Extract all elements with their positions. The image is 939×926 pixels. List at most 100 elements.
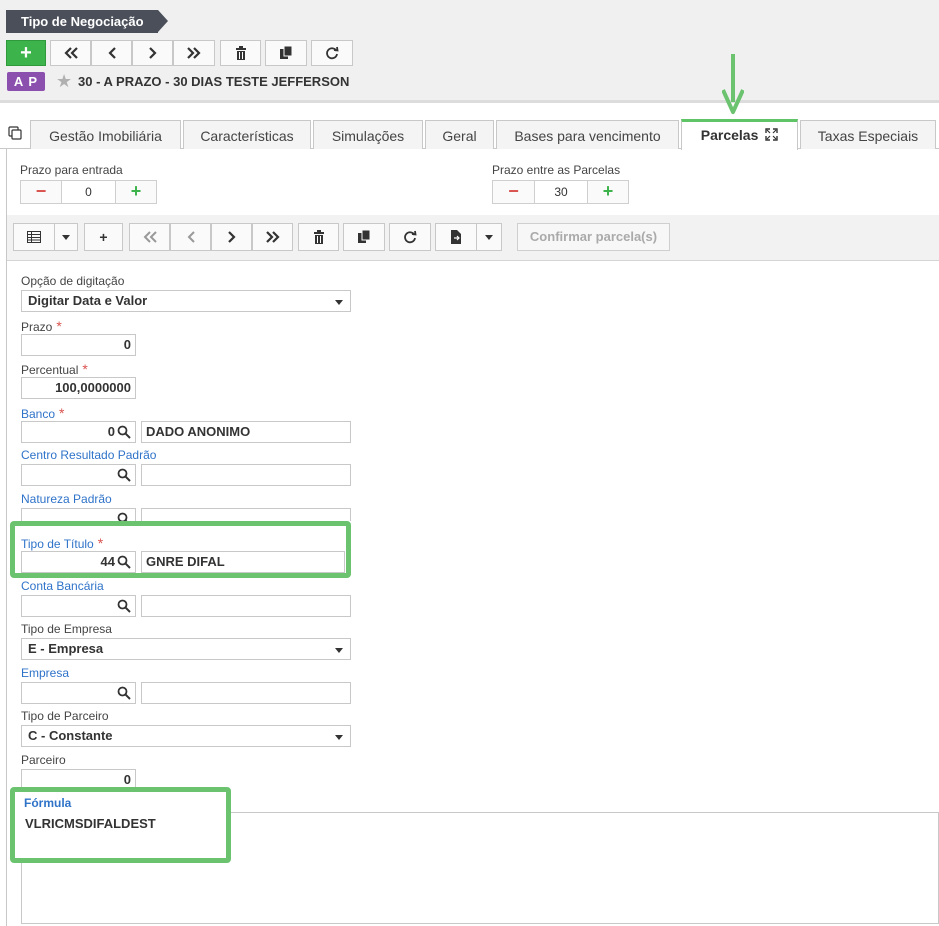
expand-icon[interactable]: [765, 128, 778, 141]
prazo-parcelas-increment[interactable]: +: [587, 180, 629, 204]
grid-icon: [27, 231, 41, 243]
parceiro-label: Parceiro: [21, 753, 66, 767]
grid-first-button[interactable]: [129, 223, 170, 251]
tab-parcelas[interactable]: Parcelas: [681, 119, 798, 150]
add-parcela-button[interactable]: +: [84, 223, 123, 251]
tipo-empresa-select[interactable]: E - Empresa: [21, 638, 351, 660]
tab-simulacoes[interactable]: Simulações: [313, 120, 423, 149]
tab-geral[interactable]: Geral: [425, 120, 494, 149]
percentual-label: Percentual *: [21, 361, 88, 377]
prazo-parcelas-decrement[interactable]: −: [492, 180, 535, 204]
centro-resultado-label[interactable]: Centro Resultado Padrão: [21, 448, 156, 462]
tab-caracteristicas[interactable]: Características: [183, 120, 311, 149]
centro-resultado-code-input[interactable]: [21, 464, 136, 486]
star-icon[interactable]: ★: [56, 71, 72, 91]
centro-resultado-description: [141, 464, 351, 486]
caret-down-icon: [335, 300, 343, 305]
conta-bancaria-description: [141, 595, 351, 617]
first-record-button[interactable]: [50, 40, 91, 66]
double-chevron-right-icon: [187, 47, 201, 59]
prazo-entrada-input[interactable]: 0: [61, 180, 116, 204]
chevron-left-icon: [107, 47, 116, 59]
copy-icon: [358, 230, 371, 243]
percentual-label-text: Percentual: [21, 363, 79, 377]
tab-bases-vencimento[interactable]: Bases para vencimento: [496, 120, 679, 149]
record-title: 30 - A PRAZO - 30 DIAS TESTE JEFFERSON: [78, 74, 350, 89]
conta-bancaria-code-input[interactable]: [21, 595, 136, 617]
grid-view-dropdown[interactable]: [54, 223, 78, 251]
grid-next-button[interactable]: [211, 223, 252, 251]
caret-down-icon: [335, 648, 343, 653]
refresh-button[interactable]: [311, 40, 353, 66]
banco-label-text: Banco: [21, 407, 56, 421]
tab-parcelas-label: Parcelas: [700, 127, 759, 143]
previous-record-button[interactable]: [91, 40, 132, 66]
header-divider: [0, 100, 939, 103]
tipo-empresa-value: E - Empresa: [28, 641, 104, 656]
grid-delete-button[interactable]: [298, 223, 339, 251]
content-border: [6, 149, 7, 926]
caret-down-icon: [62, 234, 70, 240]
banco-label[interactable]: Banco *: [21, 405, 64, 421]
grid-duplicate-button[interactable]: [343, 223, 385, 251]
refresh-icon: [404, 230, 417, 244]
required-asterisk: *: [59, 405, 65, 421]
highlight-box: [10, 787, 231, 863]
empresa-code-input[interactable]: [21, 682, 136, 704]
arrow-down-icon: [722, 54, 744, 114]
double-chevron-left-icon: [143, 231, 157, 243]
tipo-parceiro-label: Tipo de Parceiro: [21, 709, 109, 723]
tipo-empresa-label: Tipo de Empresa: [21, 622, 112, 636]
caret-down-icon: [335, 735, 343, 740]
grid-view-button[interactable]: [13, 223, 55, 251]
highlight-box: [10, 521, 351, 578]
tab-taxas-especiais[interactable]: Taxas Especiais: [800, 120, 936, 149]
trash-icon: [235, 46, 246, 60]
search-icon[interactable]: [117, 425, 131, 439]
empresa-description: [141, 682, 351, 704]
opcao-digitacao-value: Digitar Data e Valor: [28, 293, 148, 308]
grid-refresh-button[interactable]: [389, 223, 431, 251]
prazo-parcelas-label: Prazo entre as Parcelas: [492, 163, 621, 177]
next-record-button[interactable]: [132, 40, 173, 66]
add-button[interactable]: +: [6, 40, 46, 66]
prazo-input[interactable]: 0: [21, 334, 136, 356]
breadcrumb[interactable]: Tipo de Negociação: [6, 10, 168, 33]
duplicate-button[interactable]: [265, 40, 307, 66]
prazo-parcelas-input[interactable]: 30: [534, 180, 588, 204]
banco-description: DADO ANONIMO: [141, 421, 351, 443]
last-record-button[interactable]: [173, 40, 215, 66]
empresa-label[interactable]: Empresa: [21, 666, 69, 680]
search-icon[interactable]: [117, 468, 131, 482]
grid-export-dropdown[interactable]: [476, 223, 502, 251]
chevron-right-icon: [227, 231, 236, 243]
grid-previous-button[interactable]: [170, 223, 211, 251]
chevron-left-icon: [187, 231, 195, 243]
conta-bancaria-label[interactable]: Conta Bancária: [21, 579, 104, 593]
prazo-entrada-increment[interactable]: +: [115, 180, 157, 204]
tab-gestao-imobiliaria[interactable]: Gestão Imobiliária: [30, 120, 181, 149]
popout-icon[interactable]: [8, 126, 22, 140]
confirm-parcelas-button[interactable]: Confirmar parcela(s): [517, 223, 670, 251]
record-badge: A P: [7, 72, 45, 91]
copy-icon: [280, 46, 293, 59]
delete-button[interactable]: [220, 40, 261, 66]
required-asterisk: *: [82, 361, 88, 377]
required-asterisk: *: [56, 318, 62, 334]
search-icon[interactable]: [117, 599, 131, 613]
trash-icon: [313, 230, 324, 244]
banco-code-input[interactable]: 0: [21, 421, 136, 443]
grid-last-button[interactable]: [252, 223, 293, 251]
tipo-parceiro-select[interactable]: C - Constante: [21, 725, 351, 747]
caret-down-icon: [485, 234, 493, 240]
grid-export-button[interactable]: [435, 223, 477, 251]
opcao-digitacao-select[interactable]: Digitar Data e Valor: [21, 290, 351, 312]
banco-code-value: 0: [107, 424, 115, 439]
prazo-entrada-decrement[interactable]: −: [20, 180, 62, 204]
search-icon[interactable]: [117, 686, 131, 700]
double-chevron-right-icon: [265, 231, 280, 243]
percentual-input[interactable]: 100,0000000: [21, 377, 136, 399]
natureza-label[interactable]: Natureza Padrão: [21, 492, 112, 506]
double-chevron-left-icon: [63, 47, 78, 59]
chevron-right-icon: [148, 47, 157, 59]
